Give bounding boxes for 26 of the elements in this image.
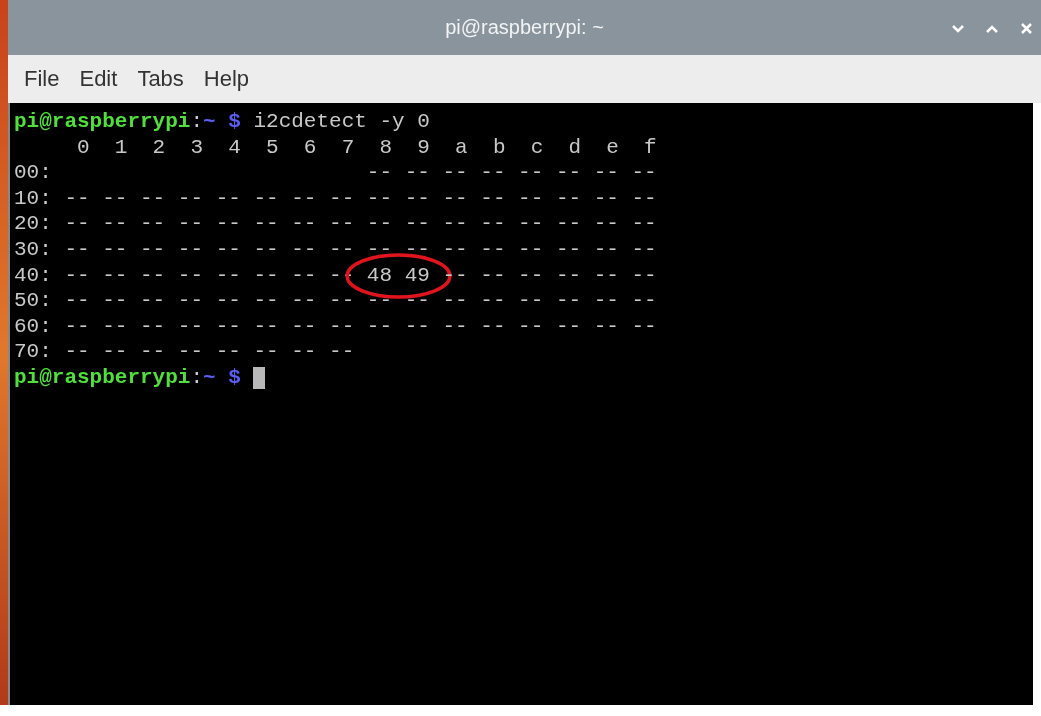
terminal-text: 70: -- -- -- -- -- -- -- -- — [14, 339, 355, 365]
terminal-text: 30: -- -- -- -- -- -- -- -- -- -- -- -- -- -- -- -- — [14, 236, 657, 263]
chevron-down-icon — [951, 23, 965, 33]
terminal-text: ~ $ — [203, 364, 241, 391]
terminal-text: 00: -- -- -- -- -- -- -- -- — [14, 160, 657, 186]
terminal-text: 50: -- -- -- -- -- -- -- -- -- -- -- -- -- -- -- -- — [14, 288, 657, 314]
menu-item[interactable]: Tabs — [129, 64, 192, 94]
terminal-text: 20: -- -- -- -- -- -- -- -- -- -- -- -- -- -- -- -- — [14, 211, 657, 237]
terminal-text: : — [190, 109, 204, 135]
terminal-text: 10: -- -- -- -- -- -- -- -- -- -- -- -- -- -- -- -- — [14, 185, 657, 212]
window-title: pi@raspberrypi: ~ — [445, 16, 604, 39]
menu-item[interactable]: File — [16, 64, 68, 94]
text-cursor — [252, 366, 265, 389]
menu-item[interactable]: Edit — [71, 64, 126, 94]
terminal-text: 48 49 — [366, 262, 430, 289]
terminal-text: pi@raspberrypi — [14, 109, 191, 135]
terminal-text: i2cdetect -y 0 — [252, 109, 430, 135]
terminal-text: : — [190, 364, 204, 391]
terminal-text: ~ $ — [203, 109, 241, 135]
terminal-text: 60: -- -- -- -- -- -- -- -- -- -- -- -- -- -- -- -- — [14, 313, 657, 340]
chevron-up-icon — [985, 23, 999, 33]
close-icon — [1019, 21, 1033, 35]
terminal-text: 0 1 2 3 4 5 6 7 8 9 a b c d e f — [76, 134, 657, 161]
terminal-text: -- -- -- -- -- -- — [441, 262, 657, 289]
terminal-text: pi@raspberrypi — [14, 364, 191, 391]
menu-item[interactable]: Help — [195, 64, 258, 94]
